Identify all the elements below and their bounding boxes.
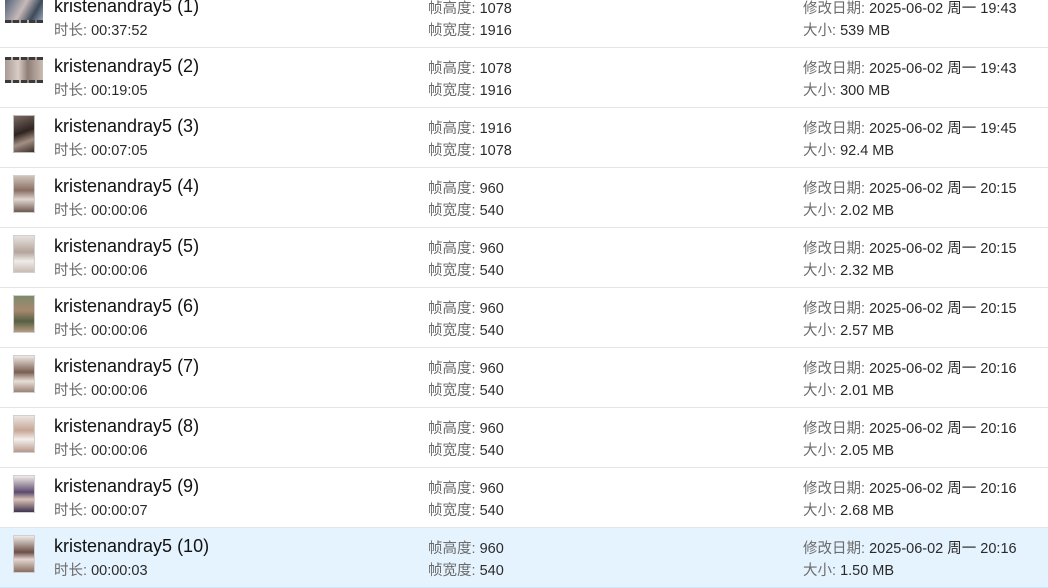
file-row[interactable]: kristenandray5 (2) 时长: 00:19:05 帧高度: 107… <box>0 48 1048 108</box>
modified-date-text: 修改日期: 2025-06-02 周一 20:15 <box>803 241 1017 257</box>
file-name: kristenandray5 (5) <box>54 236 200 256</box>
frame-height-text: 帧高度: 960 <box>428 361 504 377</box>
file-name: kristenandray5 (6) <box>54 296 200 316</box>
frame-height-text: 帧高度: 960 <box>428 241 504 257</box>
file-row[interactable]: kristenandray5 (7) 时长: 00:00:06 帧高度: 960… <box>0 348 1048 408</box>
file-name: kristenandray5 (8) <box>54 416 200 436</box>
frame-width-text: 帧宽度: 540 <box>428 443 504 459</box>
file-size-text: 大小: 92.4 MB <box>803 143 895 159</box>
file-row[interactable]: kristenandray5 (5) 时长: 00:00:06 帧高度: 960… <box>0 228 1048 288</box>
frame-width-text: 帧宽度: 1916 <box>428 23 512 39</box>
file-list: kristenandray5 (1) 时长: 00:37:52 帧高度: 107… <box>0 0 1048 588</box>
file-size-text: 大小: 2.68 MB <box>803 503 895 519</box>
duration-text: 时长: 00:07:05 <box>54 143 148 159</box>
frame-width-text: 帧宽度: 1916 <box>428 83 512 99</box>
file-row[interactable]: kristenandray5 (6) 时长: 00:00:06 帧高度: 960… <box>0 288 1048 348</box>
file-size-text: 大小: 2.02 MB <box>803 203 895 219</box>
video-thumbnail-icon <box>13 475 35 513</box>
duration-text: 时长: 00:00:06 <box>54 323 148 339</box>
duration-text: 时长: 00:00:06 <box>54 383 148 399</box>
file-name: kristenandray5 (9) <box>54 476 200 496</box>
video-thumbnail-icon <box>13 295 35 333</box>
video-thumbnail-icon <box>13 415 35 453</box>
file-row[interactable]: kristenandray5 (9) 时长: 00:00:07 帧高度: 960… <box>0 468 1048 528</box>
modified-date-text: 修改日期: 2025-06-02 周一 20:16 <box>803 481 1017 497</box>
frame-height-text: 帧高度: 960 <box>428 541 504 557</box>
frame-height-text: 帧高度: 960 <box>428 421 504 437</box>
duration-text: 时长: 00:00:06 <box>54 203 148 219</box>
duration-text: 时长: 00:00:07 <box>54 503 148 519</box>
file-name: kristenandray5 (3) <box>54 116 200 136</box>
video-thumbnail-icon <box>13 355 35 393</box>
frame-width-text: 帧宽度: 540 <box>428 563 504 579</box>
file-row-selected[interactable]: kristenandray5 (10) 时长: 00:00:03 帧高度: 96… <box>0 528 1048 588</box>
frame-width-text: 帧宽度: 1078 <box>428 143 512 159</box>
video-thumbnail-icon <box>13 535 35 573</box>
frame-width-text: 帧宽度: 540 <box>428 383 504 399</box>
video-thumbnail-icon <box>13 235 35 273</box>
file-name: kristenandray5 (4) <box>54 176 200 196</box>
modified-date-text: 修改日期: 2025-06-02 周一 19:45 <box>803 121 1017 137</box>
modified-date-text: 修改日期: 2025-06-02 周一 20:15 <box>803 181 1017 197</box>
modified-date-text: 修改日期: 2025-06-02 周一 20:16 <box>803 421 1017 437</box>
file-row[interactable]: kristenandray5 (1) 时长: 00:37:52 帧高度: 107… <box>0 0 1048 48</box>
frame-height-text: 帧高度: 960 <box>428 301 504 317</box>
frame-height-text: 帧高度: 960 <box>428 181 504 197</box>
file-size-text: 大小: 300 MB <box>803 83 891 99</box>
file-size-text: 大小: 539 MB <box>803 23 891 39</box>
duration-text: 时长: 00:19:05 <box>54 83 148 99</box>
video-thumbnail-icon <box>13 115 35 153</box>
frame-width-text: 帧宽度: 540 <box>428 263 504 279</box>
frame-height-text: 帧高度: 960 <box>428 481 504 497</box>
file-name: kristenandray5 (10) <box>54 536 210 556</box>
modified-date-text: 修改日期: 2025-06-02 周一 19:43 <box>803 1 1017 17</box>
file-size-text: 大小: 2.32 MB <box>803 263 895 279</box>
video-thumbnail-icon <box>13 175 35 213</box>
file-row[interactable]: kristenandray5 (3) 时长: 00:07:05 帧高度: 191… <box>0 108 1048 168</box>
file-row[interactable]: kristenandray5 (4) 时长: 00:00:06 帧高度: 960… <box>0 168 1048 228</box>
duration-text: 时长: 00:00:06 <box>54 443 148 459</box>
video-thumbnail-icon <box>5 57 43 83</box>
frame-height-text: 帧高度: 1078 <box>428 1 512 17</box>
frame-height-text: 帧高度: 1916 <box>428 121 512 137</box>
frame-width-text: 帧宽度: 540 <box>428 323 504 339</box>
file-size-text: 大小: 2.01 MB <box>803 383 895 399</box>
file-size-text: 大小: 1.50 MB <box>803 563 895 579</box>
video-thumbnail-icon <box>5 0 43 23</box>
modified-date-text: 修改日期: 2025-06-02 周一 20:15 <box>803 301 1017 317</box>
file-row[interactable]: kristenandray5 (8) 时长: 00:00:06 帧高度: 960… <box>0 408 1048 468</box>
file-name: kristenandray5 (7) <box>54 356 200 376</box>
frame-width-text: 帧宽度: 540 <box>428 203 504 219</box>
file-size-text: 大小: 2.57 MB <box>803 323 895 339</box>
file-name: kristenandray5 (2) <box>54 56 200 76</box>
modified-date-text: 修改日期: 2025-06-02 周一 19:43 <box>803 61 1017 77</box>
frame-width-text: 帧宽度: 540 <box>428 503 504 519</box>
modified-date-text: 修改日期: 2025-06-02 周一 20:16 <box>803 361 1017 377</box>
file-size-text: 大小: 2.05 MB <box>803 443 895 459</box>
frame-height-text: 帧高度: 1078 <box>428 61 512 77</box>
modified-date-text: 修改日期: 2025-06-02 周一 20:16 <box>803 541 1017 557</box>
file-name: kristenandray5 (1) <box>54 0 200 16</box>
duration-text: 时长: 00:37:52 <box>54 23 148 39</box>
duration-text: 时长: 00:00:03 <box>54 563 148 579</box>
duration-text: 时长: 00:00:06 <box>54 263 148 279</box>
